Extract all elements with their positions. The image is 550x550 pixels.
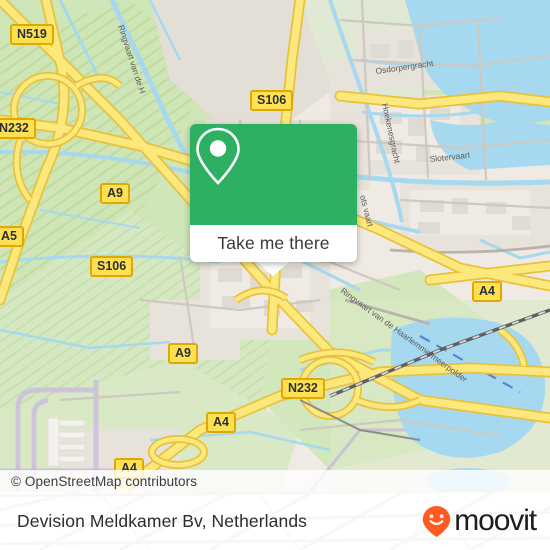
- osm-attribution-text: © OpenStreetMap contributors: [11, 473, 198, 489]
- map-canvas[interactable]: Ringvaart van de H Osdorpergracht Hoeken…: [0, 0, 550, 492]
- road-shield: A4: [206, 412, 236, 433]
- road-shield: A4: [472, 281, 502, 302]
- road-shield-label: N519: [17, 27, 47, 41]
- place-title: Devision Meldkamer Bv, Netherlands: [17, 510, 307, 531]
- road-shield: N232: [281, 378, 325, 399]
- road-shield: N519: [10, 24, 54, 45]
- road-shield: S106: [250, 90, 294, 111]
- footer-bar: Devision Meldkamer Bv, Netherlands moovi…: [0, 492, 550, 550]
- moovit-pin-smile-icon: [423, 505, 451, 537]
- callout-icon-area: [190, 124, 357, 225]
- road-shield: A9: [168, 343, 198, 364]
- road-shield: A5: [0, 226, 24, 247]
- road-shield: N232: [0, 118, 36, 139]
- road-shield-label: N232: [288, 381, 318, 395]
- osm-attribution: © OpenStreetMap contributors: [0, 470, 550, 492]
- road-shield-label: S106: [97, 259, 127, 273]
- road-shield: A9: [100, 183, 130, 204]
- map-pin-icon: [196, 127, 240, 185]
- road-shield-label: A9: [175, 346, 191, 360]
- road-shield-label: A4: [479, 284, 495, 298]
- callout-button[interactable]: Take me there: [190, 225, 357, 262]
- callout-tail: [257, 262, 289, 276]
- moovit-wordmark: moovit: [454, 504, 537, 537]
- moovit-logo[interactable]: moovit: [421, 504, 537, 538]
- road-shield-label: A5: [1, 229, 17, 243]
- road-shield-label: A4: [213, 415, 229, 429]
- road-shield-label: A9: [107, 186, 123, 200]
- callout-button-label: Take me there: [217, 233, 330, 253]
- road-shield-label: S106: [257, 93, 287, 107]
- take-me-there-callout[interactable]: Take me there: [190, 124, 357, 276]
- screenshot-root: Ringvaart van de H Osdorpergracht Hoeken…: [0, 0, 550, 550]
- road-shield: S106: [90, 256, 134, 277]
- road-shield-label: N232: [0, 121, 29, 135]
